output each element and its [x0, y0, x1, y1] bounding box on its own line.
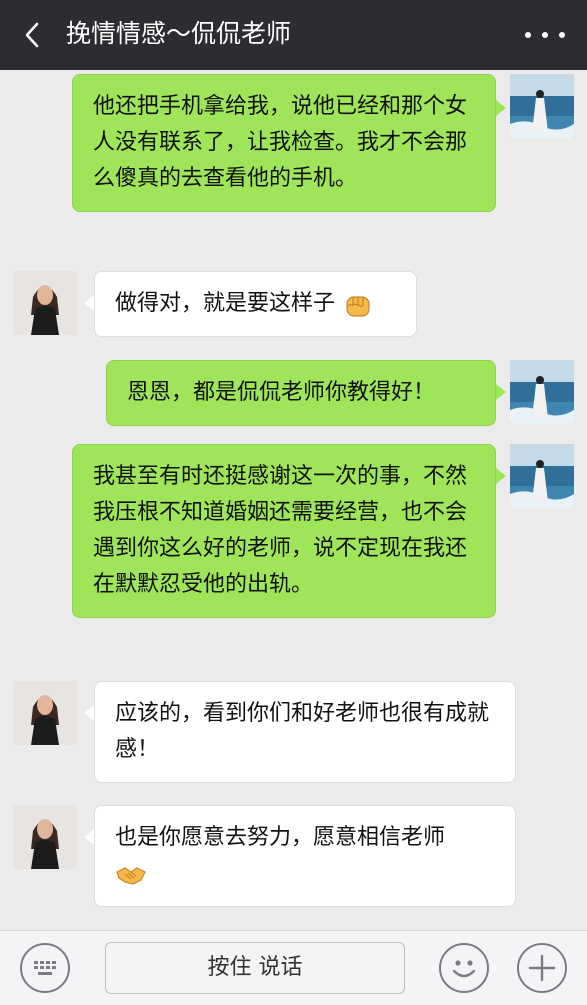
input-bar: 按住 说话	[0, 930, 587, 1005]
bubble-tail	[496, 100, 506, 116]
message-bubble-received[interactable]: 做得对，就是要这样子	[94, 271, 417, 337]
contact-avatar[interactable]	[13, 681, 77, 745]
message-text: 我甚至有时还挺感谢这一次的事，不然我压根不知道婚姻还需要经营，也不会遇到你这么好…	[93, 464, 468, 597]
contact-avatar[interactable]	[13, 271, 77, 335]
plus-icon[interactable]	[517, 943, 567, 993]
message-text: 应该的，看到你们和好老师也很有成就感！	[115, 701, 490, 762]
bubble-tail	[496, 468, 506, 484]
hold-to-talk-button[interactable]: 按住 说话	[105, 942, 405, 994]
my-avatar[interactable]	[510, 444, 574, 508]
my-avatar[interactable]	[510, 360, 574, 424]
message-text: 做得对，就是要这样子	[115, 291, 336, 316]
chat-title: 挽情情感～侃侃老师	[66, 19, 292, 48]
chevron-left-icon[interactable]	[20, 22, 46, 48]
contact-avatar[interactable]	[13, 805, 77, 869]
message-text: 恩恩，都是侃侃老师你教得好！	[127, 380, 436, 405]
message-bubble-sent[interactable]: 恩恩，都是侃侃老师你教得好！	[106, 360, 496, 426]
bubble-tail	[84, 829, 94, 845]
bubble-tail	[84, 705, 94, 721]
message-bubble-sent[interactable]: 我甚至有时还挺感谢这一次的事，不然我压根不知道婚姻还需要经营，也不会遇到你这么好…	[72, 444, 496, 618]
message-list: 他还把手机拿给我，说他已经和那个女人没有联系了，让我检查。我才不会那么傻真的去查…	[0, 70, 587, 930]
fist-emoji	[342, 288, 374, 320]
handshake-emoji	[115, 858, 147, 890]
keyboard-icon[interactable]	[20, 943, 70, 993]
bubble-tail	[496, 384, 506, 400]
chat-header: 挽情情感～侃侃老师	[0, 0, 587, 70]
more-dots-icon[interactable]	[525, 20, 565, 50]
message-text: 他还把手机拿给我，说他已经和那个女人没有联系了，让我检查。我才不会那么傻真的去查…	[93, 94, 468, 191]
message-text: 也是你愿意去努力，愿意相信老师	[115, 825, 446, 850]
my-avatar[interactable]	[510, 74, 574, 138]
message-bubble-sent[interactable]: 他还把手机拿给我，说他已经和那个女人没有联系了，让我检查。我才不会那么傻真的去查…	[72, 74, 496, 212]
message-bubble-received[interactable]: 也是你愿意去努力，愿意相信老师	[94, 805, 516, 907]
bubble-tail	[84, 295, 94, 311]
smiley-icon[interactable]	[439, 943, 489, 993]
message-bubble-received[interactable]: 应该的，看到你们和好老师也很有成就感！	[94, 681, 516, 783]
